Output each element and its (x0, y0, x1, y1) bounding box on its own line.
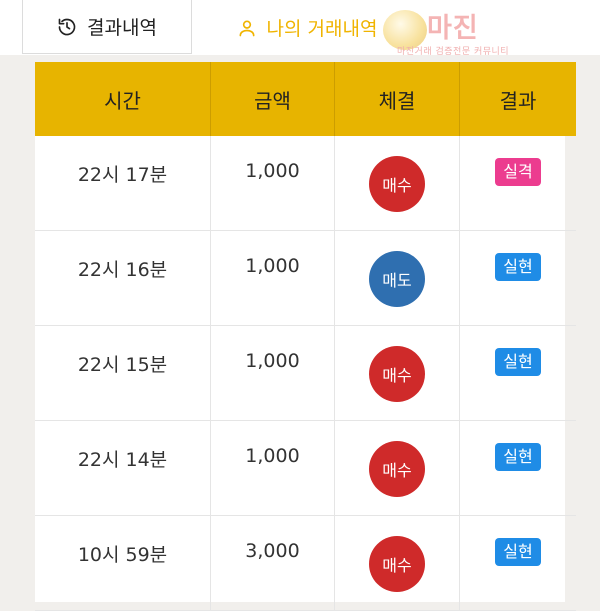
trades-table: 시간 금액 체결 결과 22시 17분 1,000 매수 실격 22시 16분 … (35, 62, 576, 611)
header-amount: 금액 (210, 62, 335, 136)
cell-time: 22시 16분 (35, 230, 211, 326)
table-row: 22시 17분 1,000 매수 실격 (35, 136, 576, 231)
cell-time: 22시 14분 (35, 420, 211, 516)
cell-amount: 1,000 (210, 136, 335, 231)
header-execution: 체결 (334, 62, 460, 136)
result-badge-ok: 실현 (495, 538, 541, 566)
cell-execution: 매수 (334, 136, 460, 231)
user-icon (239, 20, 255, 36)
trades-table-container: 시간 금액 체결 결과 22시 17분 1,000 매수 실격 22시 16분 … (35, 62, 576, 611)
history-icon (58, 18, 76, 35)
cell-result: 실격 (459, 136, 576, 231)
cell-execution: 매수 (334, 420, 460, 516)
logo-text: 마진 (427, 13, 479, 44)
table-row: 22시 16분 1,000 매도 실현 (35, 230, 576, 326)
table-row: 22시 14분 1,000 매수 실현 (35, 420, 576, 516)
cell-amount: 3,000 (210, 515, 335, 611)
buy-badge: 매수 (369, 156, 425, 212)
table-row: 10시 59분 3,000 매수 실현 (35, 515, 576, 611)
buy-badge: 매수 (369, 346, 425, 402)
cell-result: 실현 (459, 325, 576, 421)
cell-result: 실현 (459, 230, 576, 326)
cell-execution: 매수 (334, 515, 460, 611)
header-time: 시간 (35, 62, 211, 136)
header-result: 결과 (459, 62, 576, 136)
cell-time: 22시 17분 (35, 136, 211, 231)
buy-badge: 매수 (369, 441, 425, 497)
cell-amount: 1,000 (210, 230, 335, 326)
tab-results-label: 결과내역 (87, 17, 157, 39)
cell-execution: 매도 (334, 230, 460, 326)
cell-result: 실현 (459, 515, 576, 611)
table-header-row: 시간 금액 체결 결과 (35, 62, 576, 136)
result-badge-ok: 실현 (495, 443, 541, 471)
tab-my-trades-label: 나의 거래내역 (266, 18, 378, 40)
result-badge-ok: 실현 (495, 253, 541, 281)
tab-results[interactable]: 결과내역 (22, 0, 192, 54)
cell-result: 실현 (459, 420, 576, 516)
table-row: 22시 15분 1,000 매수 실현 (35, 325, 576, 421)
result-badge-ok: 실현 (495, 348, 541, 376)
cell-time: 22시 15분 (35, 325, 211, 421)
logo-subtext: 마진거래 검증전문 커뮤니티 (397, 47, 510, 57)
buy-badge: 매수 (369, 536, 425, 592)
result-badge-fail: 실격 (495, 158, 541, 186)
cell-amount: 1,000 (210, 325, 335, 421)
site-logo: 마진 마진거래 검증전문 커뮤니티 (375, 4, 590, 57)
sell-badge: 매도 (369, 251, 425, 307)
cell-execution: 매수 (334, 325, 460, 421)
cell-amount: 1,000 (210, 420, 335, 516)
cell-time: 10시 59분 (35, 515, 211, 611)
